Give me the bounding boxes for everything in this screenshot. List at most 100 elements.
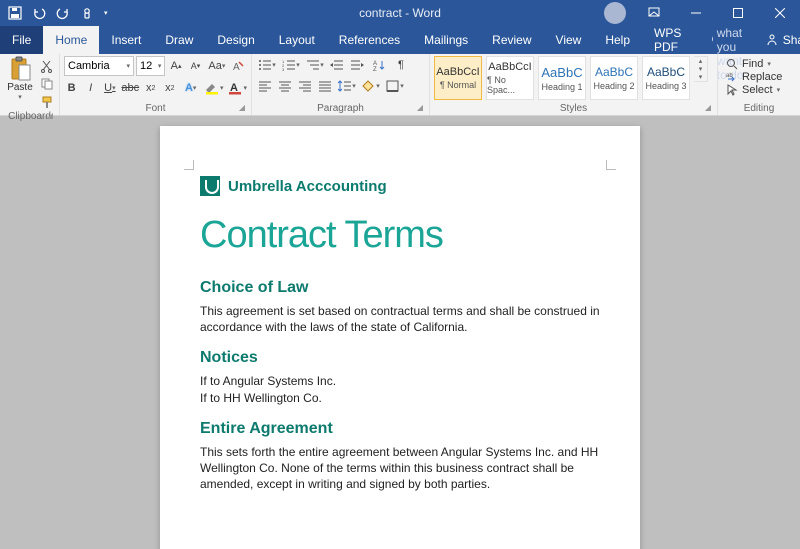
page[interactable]: Umbrella Acccounting Contract Terms Choi… xyxy=(160,126,640,549)
menu-draw[interactable]: Draw xyxy=(153,26,205,54)
multilevel-list-icon[interactable]: ▾ xyxy=(304,56,326,74)
select-label: Select xyxy=(742,84,773,96)
paste-label: Paste xyxy=(7,82,33,93)
select-button[interactable]: Select▾ xyxy=(726,84,792,96)
style-tile--no-spac-[interactable]: AaBbCcI¶ No Spac... xyxy=(486,56,534,100)
company-header: Umbrella Acccounting xyxy=(200,176,600,196)
dialog-launcher-icon[interactable]: ◢ xyxy=(705,103,711,112)
minimize-icon[interactable] xyxy=(676,0,716,26)
font-size-value: 12 xyxy=(140,60,152,72)
paste-icon xyxy=(8,56,32,82)
menu-layout[interactable]: Layout xyxy=(267,26,327,54)
style-tile--normal[interactable]: AaBbCcI¶ Normal xyxy=(434,56,482,100)
save-icon[interactable] xyxy=(8,6,22,20)
svg-text:3: 3 xyxy=(282,67,285,71)
svg-text:ab: ab xyxy=(726,73,733,79)
replace-button[interactable]: ab Replace xyxy=(726,71,792,83)
menu-wpspdf[interactable]: WPS PDF xyxy=(642,26,693,54)
close-icon[interactable] xyxy=(760,0,800,26)
align-left-icon[interactable] xyxy=(256,77,274,95)
copy-icon[interactable] xyxy=(39,76,55,92)
numbering-icon[interactable]: 123▾ xyxy=(280,56,302,74)
menu-references[interactable]: References xyxy=(327,26,412,54)
style-sample: AaBbC xyxy=(541,65,582,80)
justify-icon[interactable] xyxy=(316,77,334,95)
align-center-icon[interactable] xyxy=(276,77,294,95)
dialog-launcher-icon[interactable]: ◢ xyxy=(417,103,423,112)
change-case-icon[interactable]: Aa▾ xyxy=(206,57,227,75)
style-tile-heading-3[interactable]: AaBbCHeading 3 xyxy=(642,56,690,100)
menu-mailings[interactable]: Mailings xyxy=(412,26,480,54)
chevron-down-icon: ▾ xyxy=(158,62,162,70)
redo-icon[interactable] xyxy=(56,6,70,20)
ribbon-options-icon[interactable] xyxy=(634,0,674,26)
find-button[interactable]: Find▾ xyxy=(726,58,792,70)
dialog-launcher-icon[interactable]: ◢ xyxy=(239,103,245,112)
highlight-icon[interactable]: ▾ xyxy=(204,79,224,97)
document-title: Contract Terms xyxy=(200,214,600,257)
align-right-icon[interactable] xyxy=(296,77,314,95)
undo-icon[interactable] xyxy=(32,6,46,20)
cut-icon[interactable] xyxy=(39,58,55,74)
text-effects-icon[interactable]: A▾ xyxy=(181,79,200,97)
menu-help[interactable]: Help xyxy=(593,26,642,54)
document-area[interactable]: Umbrella Acccounting Contract Terms Choi… xyxy=(0,116,800,549)
bullets-icon[interactable]: ▾ xyxy=(256,56,278,74)
increase-indent-icon[interactable] xyxy=(348,56,366,74)
user-avatar[interactable] xyxy=(604,2,626,24)
search-icon xyxy=(726,58,738,70)
strikethrough-icon[interactable]: abc xyxy=(121,79,139,97)
bold-button[interactable]: B xyxy=(64,79,79,97)
dialog-launcher-icon[interactable]: ◢ xyxy=(47,111,53,120)
menu-view[interactable]: View xyxy=(544,26,594,54)
subscript-icon[interactable]: x2 xyxy=(143,79,158,97)
style-tile-heading-1[interactable]: AaBbCHeading 1 xyxy=(538,56,586,100)
quick-access-toolbar: ▾ xyxy=(0,6,108,20)
section-heading: Entire Agreement xyxy=(200,420,600,438)
group-paragraph: ▾ 123▾ ▾ AZ ¶ ▾ ▾ ▾ P xyxy=(252,54,430,115)
font-name-combo[interactable]: Cambria▾ xyxy=(64,56,134,76)
touch-mode-icon[interactable] xyxy=(80,6,94,20)
clear-formatting-icon[interactable]: A xyxy=(230,57,247,75)
shrink-font-icon[interactable]: A▾ xyxy=(187,57,204,75)
qat-dropdown-icon[interactable]: ▾ xyxy=(104,9,108,17)
show-hide-icon[interactable]: ¶ xyxy=(392,56,410,74)
italic-button[interactable]: I xyxy=(83,79,98,97)
replace-label: Replace xyxy=(742,71,782,83)
section-heading: Choice of Law xyxy=(200,279,600,297)
sort-icon[interactable]: AZ xyxy=(368,56,390,74)
group-label-styles: Styles◢ xyxy=(434,102,713,115)
borders-icon[interactable]: ▾ xyxy=(384,77,406,95)
style-tile-heading-2[interactable]: AaBbC Heading 2 xyxy=(590,56,638,100)
company-name: Umbrella Acccounting xyxy=(228,178,387,195)
font-color-icon[interactable]: A▾ xyxy=(227,79,247,97)
format-painter-icon[interactable] xyxy=(39,94,55,110)
group-clipboard: Paste ▾ Clipboard◢ xyxy=(0,54,60,115)
group-label-paragraph: Paragraph◢ xyxy=(256,102,425,115)
underline-button[interactable]: U▾ xyxy=(102,79,117,97)
superscript-icon[interactable]: x2 xyxy=(162,79,177,97)
style-name: Heading 2 xyxy=(593,81,634,91)
menu-review[interactable]: Review xyxy=(480,26,543,54)
share-icon xyxy=(765,33,779,47)
chevron-down-icon: ▾ xyxy=(18,93,22,101)
menu-home[interactable]: Home xyxy=(43,26,99,54)
shading-icon[interactable]: ▾ xyxy=(360,77,382,95)
maximize-icon[interactable] xyxy=(718,0,758,26)
font-size-combo[interactable]: 12 ▾ xyxy=(136,56,165,76)
menu-file[interactable]: File xyxy=(0,26,43,54)
line-spacing-icon[interactable]: ▾ xyxy=(336,77,358,95)
section-body: If to Angular Systems Inc. If to HH Well… xyxy=(200,373,600,405)
menu-design[interactable]: Design xyxy=(205,26,266,54)
style-name: ¶ Normal xyxy=(440,80,476,90)
tell-me-search[interactable]: Tell me what you want to do xyxy=(709,26,752,54)
paste-button[interactable]: Paste ▾ xyxy=(4,56,36,101)
group-styles: AaBbCcI¶ NormalAaBbCcI¶ No Spac...AaBbCH… xyxy=(430,54,718,115)
share-button[interactable]: Share xyxy=(753,26,800,54)
menu-bar: File Home Insert Draw Design Layout Refe… xyxy=(0,26,800,54)
styles-gallery-more[interactable]: ▴▾▾ xyxy=(694,56,708,82)
decrease-indent-icon[interactable] xyxy=(328,56,346,74)
menu-insert[interactable]: Insert xyxy=(99,26,153,54)
grow-font-icon[interactable]: A▴ xyxy=(167,57,184,75)
style-sample: AaBbC xyxy=(595,65,633,79)
